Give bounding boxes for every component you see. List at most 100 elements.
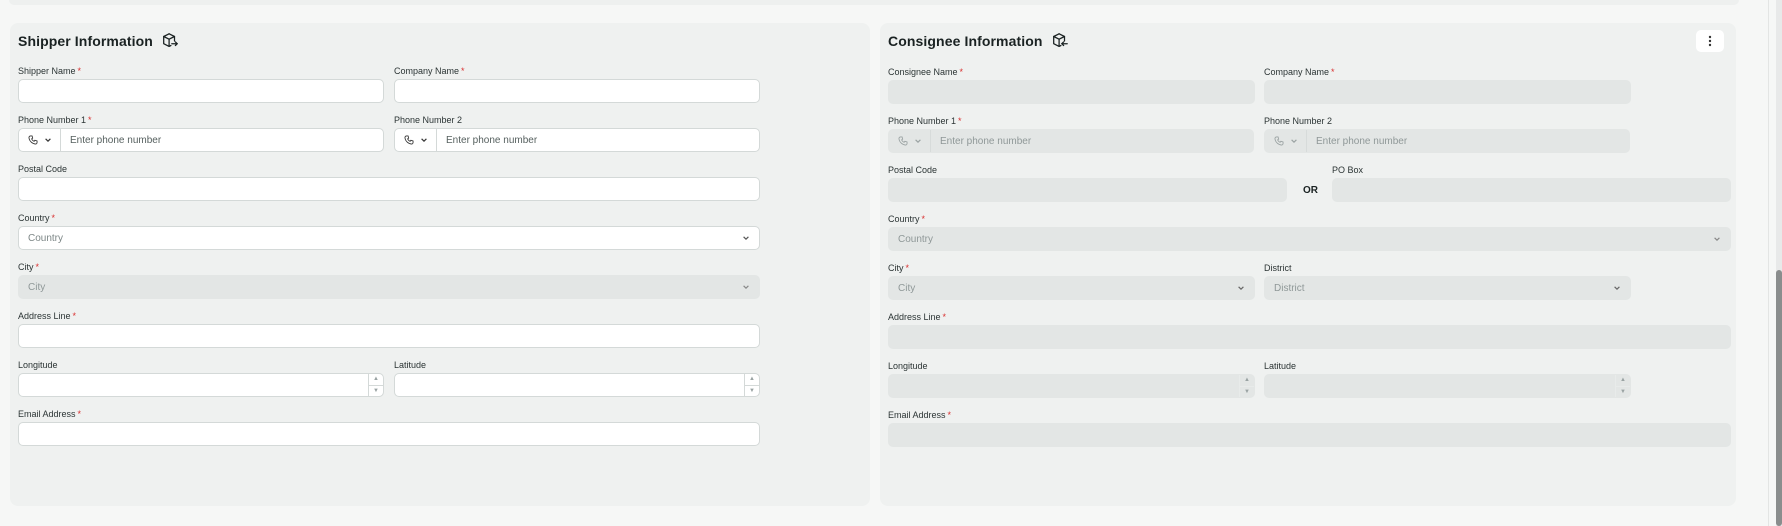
shipper-email-label: Email Address * (18, 409, 82, 419)
consignee-information-panel: Consignee Information Consignee Name * Co… (880, 23, 1736, 506)
consignee-company-name-label: Company Name * (1264, 67, 1335, 77)
shipper-city-placeholder: City (28, 281, 46, 293)
consignee-district-label: District (1264, 263, 1292, 273)
latitude-stepper[interactable]: ▲ ▼ (744, 374, 759, 396)
consignee-district-placeholder: District (1274, 282, 1305, 294)
shipper-country-placeholder: Country (28, 232, 64, 244)
chevron-down-icon (1290, 137, 1298, 145)
shipper-title-text: Shipper Information (18, 33, 153, 49)
shipper-latitude-label: Latitude (394, 360, 427, 370)
shipper-postal-code-label: Postal Code (18, 164, 68, 174)
consignee-phone1-input[interactable]: Enter phone number (888, 129, 1254, 153)
chevron-down-icon (420, 136, 428, 144)
stepper-down-icon[interactable]: ▼ (745, 386, 759, 397)
consignee-company-name-input[interactable] (1264, 80, 1631, 104)
chevron-down-icon (44, 136, 52, 144)
phone-icon (27, 135, 38, 145)
consignee-phone1-label: Phone Number 1 * (888, 116, 962, 126)
consignee-city-placeholder: City (898, 282, 916, 294)
package-export-icon (161, 32, 179, 50)
longitude-stepper[interactable]: ▲ ▼ (1239, 375, 1254, 397)
consignee-longitude-input[interactable]: ▲ ▼ (888, 374, 1255, 398)
stepper-down-icon[interactable]: ▼ (369, 386, 383, 397)
consignee-latitude-label: Latitude (1264, 361, 1297, 371)
shipper-name-input[interactable] (18, 79, 384, 103)
consignee-options-button[interactable] (1696, 30, 1724, 52)
shipper-city-select[interactable]: City (18, 275, 760, 299)
chevron-down-icon (742, 283, 750, 291)
stepper-down-icon[interactable]: ▼ (1240, 387, 1254, 398)
shipper-section-title: Shipper Information (18, 32, 179, 50)
shipper-name-label: Shipper Name * (18, 66, 82, 76)
consignee-phone2-country-code[interactable] (1265, 130, 1307, 152)
shipper-information-panel: Shipper Information Shipper Name * Compan… (10, 23, 870, 506)
consignee-name-input[interactable] (888, 80, 1255, 104)
phone-icon (897, 136, 908, 146)
consignee-longitude-label: Longitude (888, 361, 928, 371)
consignee-country-placeholder: Country (898, 233, 934, 245)
shipper-phone2-label: Phone Number 2 (394, 115, 463, 125)
shipper-phone1-input[interactable]: Enter phone number (18, 128, 384, 152)
consignee-phone2-placeholder: Enter phone number (1316, 135, 1408, 147)
consignee-city-select[interactable]: City (888, 276, 1255, 300)
consignee-address-input[interactable] (888, 325, 1731, 349)
scrollbar-thumb[interactable] (1776, 270, 1782, 526)
chevron-down-icon (742, 234, 750, 242)
consignee-phone2-label: Phone Number 2 (1264, 116, 1333, 126)
consignee-district-select[interactable]: District (1264, 276, 1631, 300)
shipper-company-name-input[interactable] (394, 79, 760, 103)
chevron-down-icon (1237, 284, 1245, 292)
scrollbar-divider (1768, 0, 1769, 526)
shipper-phone2-country-code[interactable] (395, 129, 437, 151)
consignee-section-title: Consignee Information (888, 32, 1069, 50)
stepper-up-icon[interactable]: ▲ (1616, 375, 1630, 387)
or-separator: OR (1303, 185, 1318, 196)
consignee-po-box-label: PO Box (1332, 165, 1364, 175)
page-scrollbar[interactable] (1768, 0, 1782, 526)
consignee-phone1-placeholder: Enter phone number (940, 135, 1032, 147)
shipper-phone1-label: Phone Number 1 * (18, 115, 92, 125)
latitude-stepper[interactable]: ▲ ▼ (1615, 375, 1630, 397)
consignee-postal-code-label: Postal Code (888, 165, 938, 175)
shipper-country-select[interactable]: Country (18, 226, 760, 250)
consignee-email-label: Email Address * (888, 410, 952, 420)
stepper-up-icon[interactable]: ▲ (745, 374, 759, 386)
consignee-country-select[interactable]: Country (888, 227, 1731, 251)
package-import-icon (1051, 32, 1069, 50)
consignee-city-label: City * (888, 263, 910, 273)
phone-icon (403, 135, 414, 145)
consignee-postal-code-input[interactable] (888, 178, 1287, 202)
shipper-phone2-input[interactable]: Enter phone number (394, 128, 760, 152)
consignee-email-input[interactable] (888, 423, 1731, 447)
shipper-address-input[interactable] (18, 324, 760, 348)
chevron-down-icon (1613, 284, 1621, 292)
consignee-title-text: Consignee Information (888, 33, 1043, 49)
shipper-postal-code-input[interactable] (18, 177, 760, 201)
stepper-up-icon[interactable]: ▲ (1240, 375, 1254, 387)
stepper-up-icon[interactable]: ▲ (369, 374, 383, 386)
consignee-address-label: Address Line * (888, 312, 947, 322)
stepper-down-icon[interactable]: ▼ (1616, 387, 1630, 398)
shipper-city-label: City * (18, 262, 40, 272)
shipper-latitude-input[interactable]: ▲ ▼ (394, 373, 760, 397)
consignee-phone1-country-code[interactable] (889, 130, 931, 152)
consignee-country-label: Country * (888, 214, 926, 224)
consignee-po-box-input[interactable] (1332, 178, 1731, 202)
shipper-longitude-label: Longitude (18, 360, 58, 370)
top-section-edge (9, 0, 1739, 5)
shipper-longitude-input[interactable]: ▲ ▼ (18, 373, 384, 397)
chevron-down-icon (1713, 235, 1721, 243)
consignee-phone2-input[interactable]: Enter phone number (1264, 129, 1630, 153)
shipper-phone1-country-code[interactable] (19, 129, 61, 151)
shipper-company-name-label: Company Name * (394, 66, 465, 76)
shipper-phone2-placeholder: Enter phone number (446, 134, 538, 146)
shipper-country-label: Country * (18, 213, 56, 223)
consignee-name-label: Consignee Name * (888, 67, 964, 77)
kebab-menu-icon (1708, 35, 1712, 47)
longitude-stepper[interactable]: ▲ ▼ (368, 374, 383, 396)
consignee-latitude-input[interactable]: ▲ ▼ (1264, 374, 1631, 398)
shipper-address-label: Address Line * (18, 311, 77, 321)
chevron-down-icon (914, 137, 922, 145)
shipper-email-input[interactable] (18, 422, 760, 446)
phone-icon (1273, 136, 1284, 146)
